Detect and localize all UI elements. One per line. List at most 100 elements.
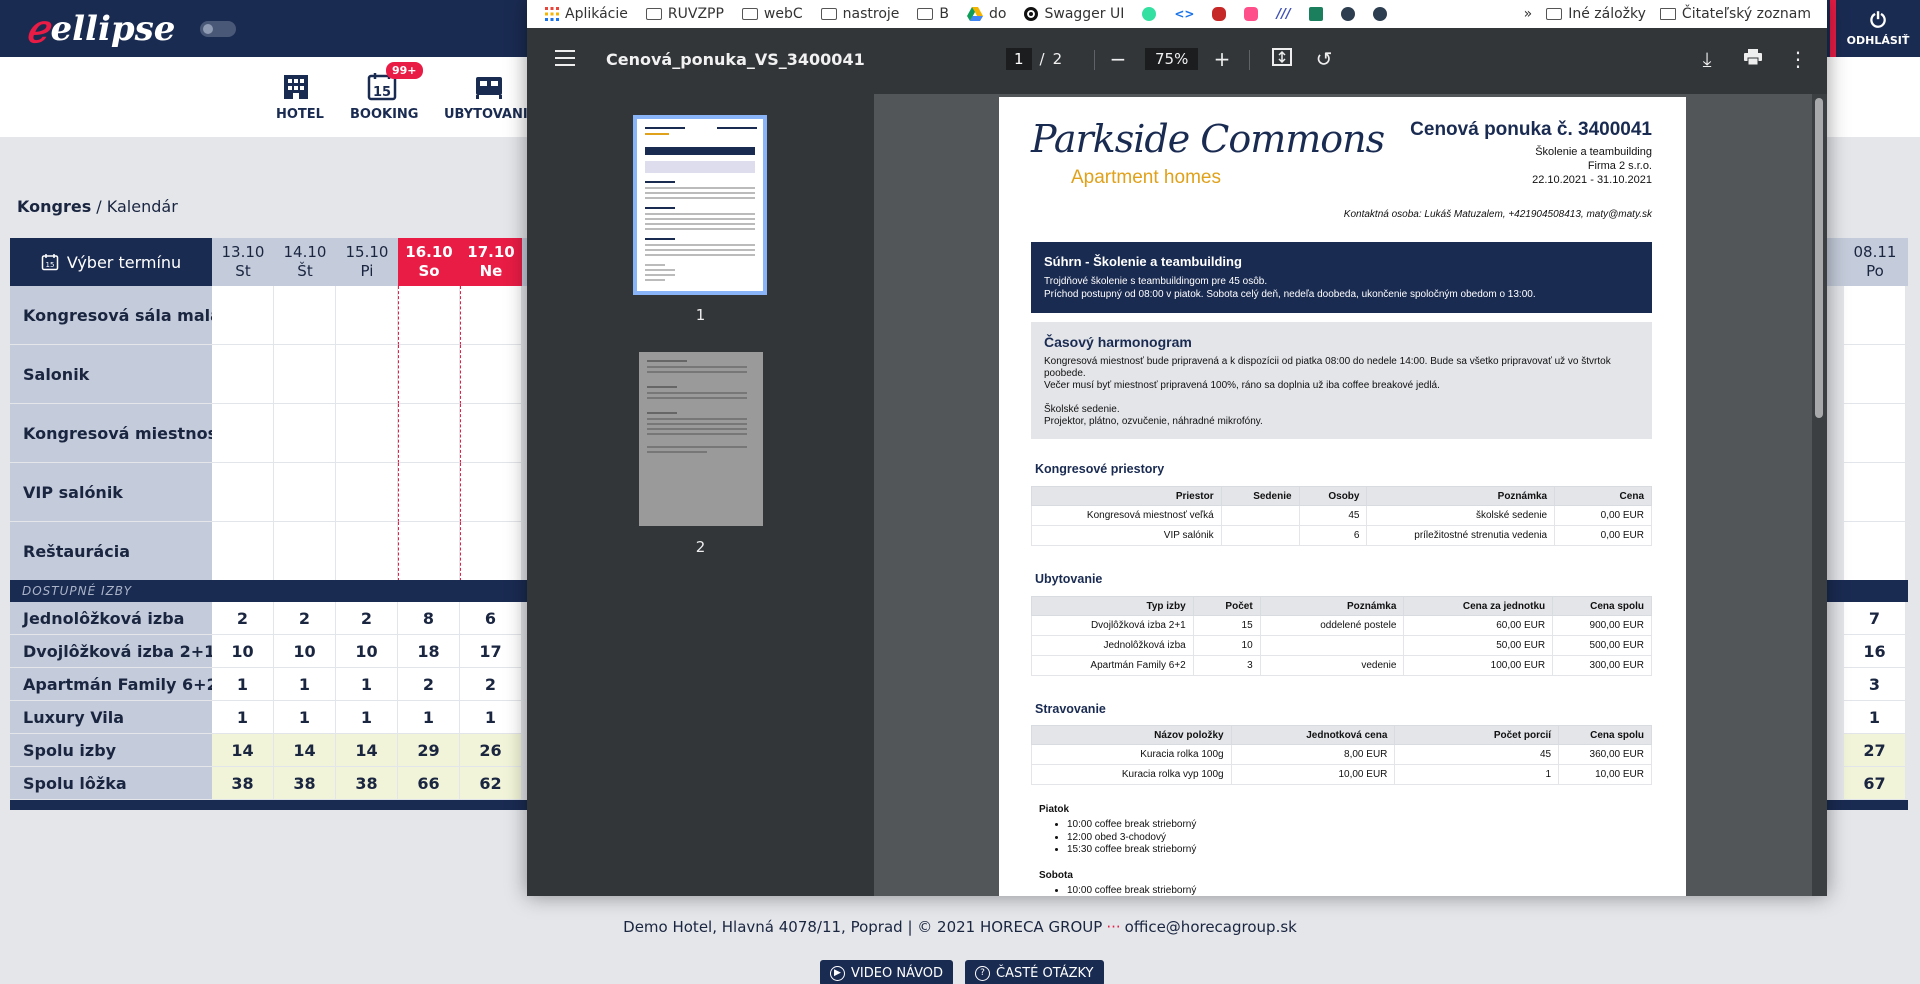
calendar-cell[interactable] (212, 522, 274, 581)
bookmark-h[interactable] (1308, 7, 1323, 21)
table-cell: 60,00 EUR (1403, 615, 1554, 636)
calendar-cell[interactable] (336, 345, 398, 404)
reading-list[interactable]: Čitateľský zoznam (1659, 6, 1811, 22)
bookmark-p2[interactable] (1372, 7, 1387, 21)
calendar-cell[interactable] (460, 404, 522, 463)
bookmark-slashes[interactable]: /// (1276, 7, 1290, 22)
calendar-cell[interactable] (398, 522, 460, 581)
bookmark-turtle[interactable] (1212, 7, 1227, 21)
nav-item-ubytovanie[interactable]: UBYTOVANIE (444, 71, 537, 122)
calendar-cell[interactable] (336, 286, 398, 345)
nav-item-booking[interactable]: 99+ 15 BOOKING (350, 62, 423, 122)
calendar-cell[interactable] (460, 463, 522, 522)
calendar-cell[interactable] (336, 463, 398, 522)
date-column-header[interactable]: 17.10 Ne (460, 238, 522, 286)
calendar-cell[interactable] (1844, 522, 1906, 581)
bookmark-drive[interactable]: do (967, 6, 1006, 22)
bookmarks-more-button[interactable]: » (1524, 6, 1533, 22)
calendar-cell[interactable] (460, 345, 522, 404)
room-type-label: Apartmán Family 6+2 (10, 668, 212, 700)
calendar-cell[interactable] (1844, 404, 1906, 463)
room-row-label[interactable]: Reštaurácia (10, 522, 212, 580)
availability-count: 10 (274, 635, 336, 668)
room-row-label[interactable]: Kongresová sála malá (10, 286, 212, 344)
nav-label: UBYTOVANIE (444, 107, 537, 122)
thumbnail-page-1[interactable] (633, 115, 767, 295)
bookmark-folder[interactable]: nastroje (820, 6, 899, 22)
print-icon[interactable] (1741, 47, 1765, 71)
p-circle-icon (1372, 7, 1387, 21)
table-header-cell: Počet (1192, 596, 1261, 616)
zoom-level[interactable]: 75% (1145, 48, 1199, 70)
logout-button[interactable]: ⏻ ODHLÁSIŤ (1830, 0, 1920, 57)
date-column-header[interactable]: 14.10 Št (274, 238, 336, 286)
room-row-label[interactable]: VIP salónik (10, 463, 212, 521)
zoom-in-icon[interactable]: + (1210, 47, 1234, 71)
breadcrumb-root[interactable]: Kongres (17, 197, 91, 216)
more-vert-icon[interactable]: ⋮ (1786, 47, 1810, 71)
folder-icon (645, 8, 662, 20)
table-cell: 0,00 EUR (1554, 505, 1652, 526)
nav-item-hotel[interactable]: HOTEL (276, 71, 324, 122)
date-column-header[interactable]: 08.11 Po (1844, 238, 1906, 286)
bookmark-folder[interactable]: B (917, 6, 949, 22)
bookmark-folder[interactable]: webC (741, 6, 803, 22)
power-icon: ⏻ (1870, 8, 1886, 32)
calendar-cell[interactable] (398, 404, 460, 463)
date-column-header[interactable]: 13.10 St (212, 238, 274, 286)
calendar-cell[interactable] (336, 404, 398, 463)
date-column-header[interactable]: 15.10 Pi (336, 238, 398, 286)
select-term-button[interactable]: 15 Výber termínu (10, 238, 212, 286)
bookmark-swagger[interactable]: Swagger UI (1024, 6, 1124, 22)
bookmark-camera[interactable] (1244, 7, 1259, 21)
calendar-cell[interactable] (212, 286, 274, 345)
calendar-cell[interactable] (460, 286, 522, 345)
calendar-cell[interactable] (212, 463, 274, 522)
calendar-cell[interactable] (398, 286, 460, 345)
bookmark-apps[interactable]: Aplikácie (545, 6, 628, 22)
calendar-cell[interactable] (274, 345, 336, 404)
bookmark-tripadvisor[interactable] (1142, 7, 1157, 21)
calendar-cell[interactable] (274, 286, 336, 345)
bookmark-code[interactable]: <> (1174, 7, 1194, 21)
room-row-label[interactable]: Kongresová miestnosť ... (10, 404, 212, 462)
calendar-cell[interactable] (336, 522, 398, 581)
bookmark-other[interactable]: Iné záložky (1546, 6, 1646, 22)
calendar-cell[interactable] (460, 522, 522, 581)
menu-icon[interactable] (555, 50, 575, 66)
calendar-cell[interactable] (212, 404, 274, 463)
fit-page-icon[interactable] (1270, 47, 1294, 71)
faq-button[interactable]: ? ČASTÉ OTÁZKY (965, 960, 1104, 984)
calendar-cell[interactable] (1844, 463, 1906, 522)
availability-count: 6 (460, 602, 522, 635)
calendar-cell[interactable] (1844, 345, 1906, 404)
logout-label: ODHLÁSIŤ (1846, 34, 1910, 47)
list-item: 12:00 obed 3-chodový (1067, 832, 1196, 845)
table-cell (1220, 505, 1300, 526)
calendar-cell[interactable] (274, 404, 336, 463)
date-column-header[interactable]: 16.10 So (398, 238, 460, 286)
app-logo[interactable]: ℯ ellipse (26, 6, 175, 51)
availability-count: 1 (212, 668, 274, 701)
calendar-cell[interactable] (274, 463, 336, 522)
pdf-scrollbar[interactable] (1812, 94, 1827, 896)
table-row: Kuracia rolka 100g 8,00 EUR 45 360,00 EUR (1031, 744, 1652, 765)
download-icon[interactable]: ⤓ (1695, 47, 1719, 71)
page-number-input[interactable]: 1 (1006, 48, 1032, 70)
zoom-out-icon[interactable]: − (1106, 47, 1130, 71)
bookmark-folder[interactable]: RUVZPP (645, 6, 724, 22)
calendar-cell[interactable] (212, 345, 274, 404)
room-row-label[interactable]: Salonik (10, 345, 212, 403)
drive-icon (967, 7, 984, 21)
calendar-cell[interactable] (398, 345, 460, 404)
calendar-cell[interactable] (1844, 286, 1906, 345)
theme-toggle[interactable] (200, 21, 236, 37)
bookmark-p1[interactable] (1340, 7, 1355, 21)
rotate-icon[interactable]: ↺ (1312, 47, 1336, 71)
thumbnail-page-2[interactable] (639, 352, 763, 526)
footer-email[interactable]: office@horecagroup.sk (1125, 918, 1297, 936)
video-guide-button[interactable]: ▶ VIDEO NÁVOD (820, 960, 954, 984)
availability-count: 1 (460, 701, 522, 734)
calendar-cell[interactable] (274, 522, 336, 581)
calendar-cell[interactable] (398, 463, 460, 522)
